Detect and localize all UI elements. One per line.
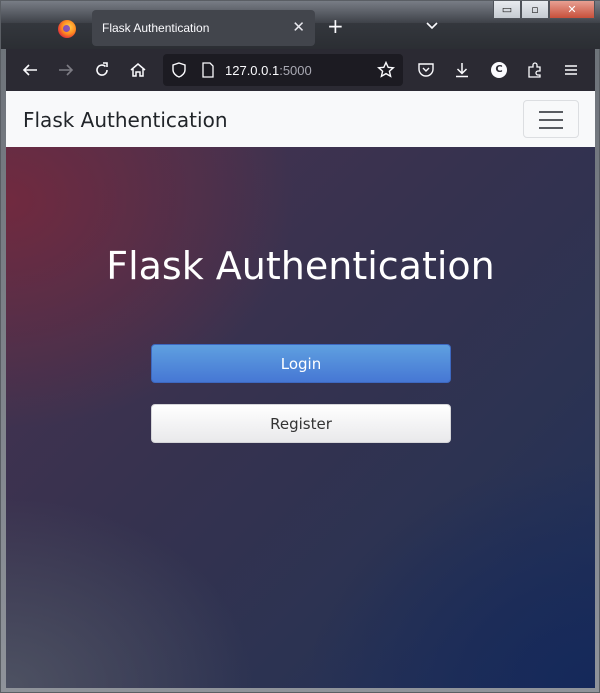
login-button[interactable]: Login (151, 344, 451, 383)
window-controls: ▭ ▫ ✕ (493, 1, 595, 21)
toggler-bar-icon (539, 127, 563, 129)
address-bar[interactable]: 127.0.0.1:5000 (163, 54, 403, 86)
account-avatar[interactable]: C (491, 62, 507, 78)
maximize-button[interactable]: ▫ (521, 1, 549, 19)
reload-icon[interactable] (93, 61, 111, 79)
toggler-bar-icon (539, 111, 563, 113)
firefox-logo-icon (58, 20, 76, 38)
minimize-button[interactable]: ▭ (493, 1, 521, 19)
tab-title: Flask Authentication (102, 21, 210, 35)
site-navbar: Flask Authentication (6, 91, 595, 147)
forward-icon[interactable] (57, 61, 75, 79)
hamburger-menu-icon[interactable] (562, 61, 580, 79)
url-port: :5000 (279, 63, 312, 78)
tab-strip: Flask Authentication ✕ + ▭ ▫ ✕ (1, 1, 600, 49)
toggler-bar-icon (539, 119, 563, 121)
browser-window: Flask Authentication ✕ + ▭ ▫ ✕ 127.0.0.1… (0, 0, 600, 693)
page-icon (202, 62, 214, 78)
shield-icon[interactable] (171, 62, 187, 78)
close-window-button[interactable]: ✕ (549, 1, 595, 19)
back-icon[interactable] (21, 61, 39, 79)
page-viewport: Flask Authentication Flask Authenticatio… (6, 91, 595, 688)
bookmark-star-icon[interactable] (377, 61, 395, 79)
hero-title: Flask Authentication (106, 244, 495, 288)
extensions-icon[interactable] (526, 61, 544, 79)
new-tab-button[interactable]: + (327, 16, 344, 36)
navbar-toggler-button[interactable] (523, 100, 579, 138)
register-button[interactable]: Register (151, 404, 451, 443)
downloads-icon[interactable] (453, 61, 471, 79)
tab-flask-authentication[interactable]: Flask Authentication ✕ (92, 10, 315, 46)
home-icon[interactable] (129, 61, 147, 79)
navbar-brand[interactable]: Flask Authentication (23, 108, 228, 132)
url-text[interactable]: 127.0.0.1:5000 (225, 63, 312, 78)
pocket-icon[interactable] (417, 61, 435, 79)
hero-section: Flask Authentication Login Register (6, 147, 595, 688)
browser-toolbar: 127.0.0.1:5000 C (6, 49, 595, 91)
list-all-tabs-icon[interactable] (425, 19, 439, 33)
url-host: 127.0.0.1 (225, 63, 280, 78)
close-tab-icon[interactable]: ✕ (292, 18, 305, 36)
